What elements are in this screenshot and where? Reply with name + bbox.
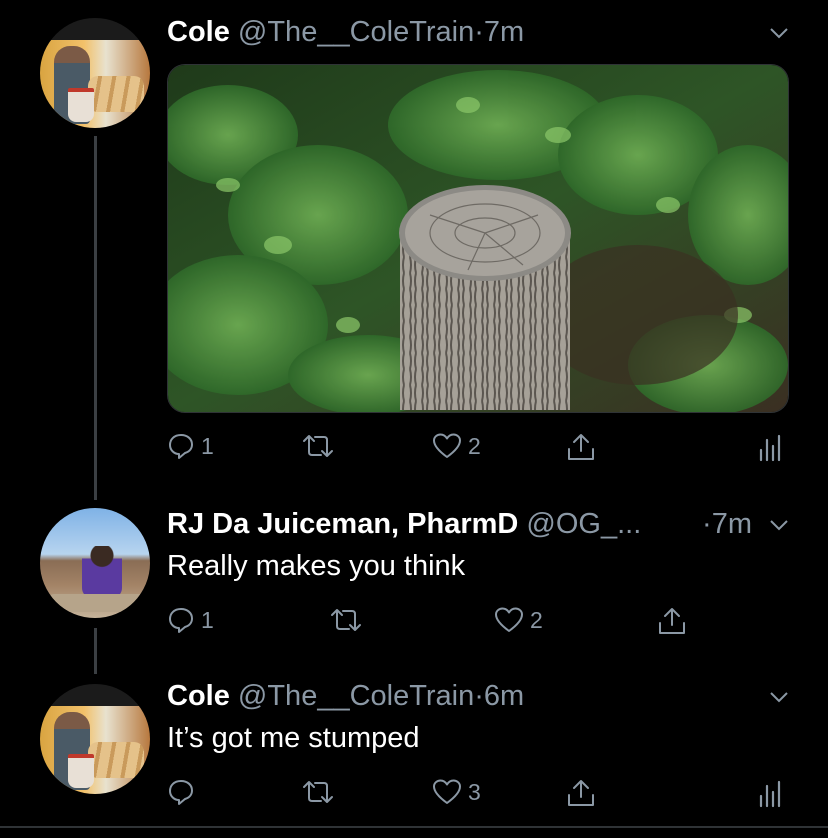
share-icon: [659, 608, 685, 634]
tweet-photo[interactable]: [167, 64, 789, 413]
tweet-actions: 1 2: [167, 432, 828, 468]
chevron-down-icon[interactable]: [768, 22, 790, 44]
like-button[interactable]: 2: [494, 606, 543, 634]
tweet-actions: 1 2: [167, 606, 828, 642]
chevron-down-icon[interactable]: [768, 514, 790, 536]
divider: [0, 826, 828, 828]
retweet-icon: [331, 609, 361, 631]
tree-stump-photo: [168, 65, 788, 412]
reply-button[interactable]: [167, 778, 201, 806]
tweet-header: Cole @The__ColeTrain·7m: [167, 14, 524, 50]
timestamp[interactable]: 7m: [484, 16, 524, 48]
retweet-icon: [303, 781, 333, 803]
analytics-icon: [759, 780, 781, 808]
reply-button[interactable]: 1: [167, 432, 214, 460]
share-icon: [568, 780, 594, 806]
analytics-button[interactable]: [757, 778, 783, 808]
reply-count: 1: [201, 606, 214, 633]
tweet-actions: 3: [167, 778, 828, 814]
share-icon: [568, 434, 594, 460]
display-name[interactable]: Cole: [167, 680, 230, 712]
like-count: 2: [530, 606, 543, 633]
avatar-rock: [48, 594, 144, 612]
reply-icon: [169, 608, 193, 633]
avatar[interactable]: [40, 508, 150, 618]
avatar-bucket: [68, 88, 94, 122]
retweet-icon: [303, 435, 333, 457]
tweet[interactable]: Cole @The__ColeTrain·6m It’s got me stum…: [0, 676, 828, 826]
like-count: 3: [468, 778, 481, 805]
share-button[interactable]: [657, 606, 687, 636]
analytics-icon: [759, 434, 781, 462]
user-handle[interactable]: @OG_...: [526, 508, 641, 540]
user-handle[interactable]: @The__ColeTrain: [238, 680, 474, 712]
avatar-bread: [88, 742, 144, 778]
reply-icon: [169, 434, 193, 459]
like-button[interactable]: 3: [432, 778, 481, 806]
reply-count: 1: [201, 432, 214, 459]
avatar[interactable]: [40, 684, 150, 794]
reply-button[interactable]: 1: [167, 606, 214, 634]
separator-dot: ·: [702, 508, 712, 540]
like-count: 2: [468, 432, 481, 459]
heart-icon: [433, 433, 461, 458]
analytics-button[interactable]: [757, 432, 783, 462]
tweet-text: It’s got me stumped: [167, 722, 420, 754]
avatar[interactable]: [40, 18, 150, 128]
display-name[interactable]: Cole: [167, 16, 230, 48]
retweet-button[interactable]: [329, 606, 369, 634]
display-name[interactable]: RJ Da Juiceman, PharmD: [167, 508, 518, 540]
avatar-bucket: [68, 754, 94, 788]
timestamp[interactable]: 7m: [712, 508, 752, 540]
like-button[interactable]: 2: [432, 432, 481, 460]
tweet[interactable]: Cole @The__ColeTrain·7m 1 2: [0, 0, 828, 480]
tweet-text: Really makes you think: [167, 550, 466, 582]
user-handle[interactable]: @The__ColeTrain: [238, 16, 474, 48]
tweet[interactable]: RJ Da Juiceman, PharmD @OG_... ·7m Reall…: [0, 500, 828, 660]
heart-icon: [433, 779, 461, 804]
reply-icon: [169, 780, 193, 805]
separator-dot: ·: [474, 680, 484, 712]
tweet-header: Cole @The__ColeTrain·6m: [167, 678, 524, 714]
tweet-time: ·7m: [702, 506, 752, 542]
share-button[interactable]: [566, 432, 596, 462]
tweet-header: RJ Da Juiceman, PharmD @OG_...: [167, 506, 641, 542]
chevron-down-icon[interactable]: [768, 686, 790, 708]
retweet-button[interactable]: [301, 432, 341, 460]
avatar-bread: [88, 76, 144, 112]
heart-icon: [495, 607, 523, 632]
retweet-button[interactable]: [301, 778, 341, 806]
share-button[interactable]: [566, 778, 596, 808]
avatar-person: [82, 546, 122, 598]
timestamp[interactable]: 6m: [484, 680, 524, 712]
separator-dot: ·: [474, 16, 484, 48]
